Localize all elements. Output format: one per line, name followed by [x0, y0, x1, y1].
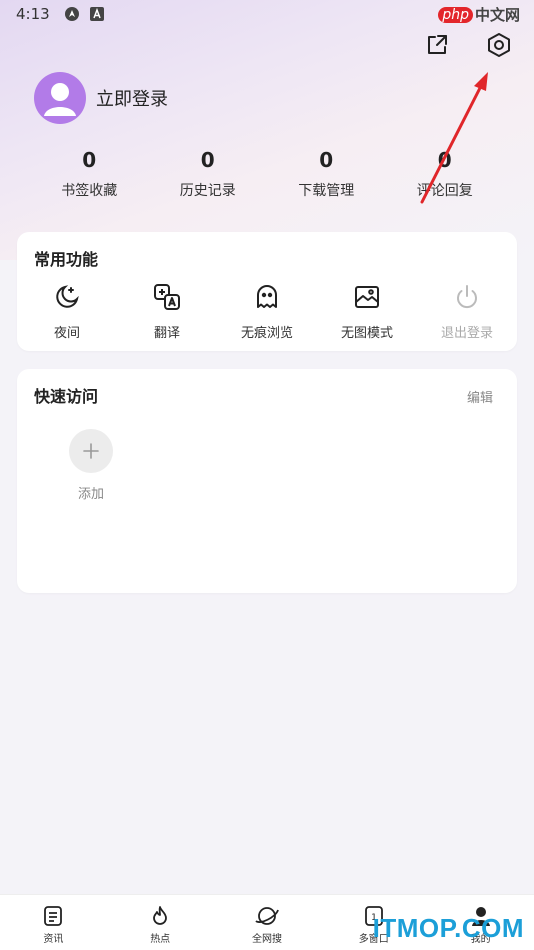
avatar[interactable] [34, 72, 86, 124]
add-shortcut-button[interactable]: 添加 [69, 429, 113, 502]
status-right: php 中文网 [438, 4, 520, 25]
top-actions [422, 30, 514, 60]
stats-row: 0 书签收藏 0 历史记录 0 下载管理 0 评论回复 [0, 148, 534, 200]
stat-downloads[interactable]: 0 下载管理 [276, 148, 376, 200]
planet-icon [255, 907, 279, 925]
tab-search[interactable]: 全网搜 [222, 895, 312, 950]
add-label: 添加 [77, 487, 104, 502]
incognito-button[interactable]: 无痕浏览 [217, 282, 317, 341]
function-label: 退出登录 [440, 326, 493, 341]
function-label: 无痕浏览 [240, 326, 293, 341]
translate-icon [152, 282, 182, 312]
a-badge-icon [89, 7, 104, 21]
power-icon [452, 282, 482, 312]
stat-history[interactable]: 0 历史记录 [158, 148, 258, 200]
stat-value: 0 [200, 148, 215, 172]
stat-comments[interactable]: 0 评论回复 [395, 148, 495, 200]
stat-label: 下载管理 [298, 183, 355, 199]
tab-label: 资讯 [43, 934, 64, 945]
nav-icon [64, 6, 80, 22]
status-time: 4:13 [16, 5, 50, 23]
no-image-icon [352, 282, 382, 312]
function-label: 无图模式 [340, 326, 393, 341]
stat-label: 历史记录 [179, 183, 236, 199]
translate-button[interactable]: 翻译 [117, 282, 217, 341]
status-bar: 4:13 php 中文网 [0, 0, 534, 28]
edit-button[interactable]: 编辑 [467, 387, 493, 406]
tab-news[interactable]: 资讯 [8, 895, 98, 950]
stat-value: 0 [82, 148, 97, 172]
login-label[interactable]: 立即登录 [96, 85, 168, 111]
watermark-text: ITMOP.COM [372, 913, 524, 943]
stat-value: 0 [437, 148, 452, 172]
stat-label: 评论回复 [416, 183, 473, 199]
stat-value: 0 [319, 148, 334, 172]
card-title: 快速访问 [34, 387, 99, 406]
stat-bookmarks[interactable]: 0 书签收藏 [39, 148, 139, 200]
no-image-mode-button[interactable]: 无图模式 [317, 282, 417, 341]
news-icon [44, 906, 63, 926]
moon-icon [52, 282, 82, 312]
share-icon[interactable] [422, 30, 452, 60]
function-label: 夜间 [53, 326, 80, 341]
common-functions-card: 常用功能 夜间 翻译 无痕浏览 无图模式 退出登录 [17, 232, 517, 351]
function-label: 翻译 [153, 326, 180, 341]
ghost-icon [252, 282, 282, 312]
logout-button[interactable]: 退出登录 [417, 282, 517, 341]
php-logo-text: 中文网 [474, 6, 520, 24]
card-title: 常用功能 [34, 250, 99, 269]
tab-label: 热点 [150, 934, 171, 945]
night-mode-button[interactable]: 夜间 [17, 282, 117, 341]
function-row: 夜间 翻译 无痕浏览 无图模式 退出登录 [17, 282, 517, 341]
settings-hexagon-icon[interactable] [484, 30, 514, 60]
stat-label: 书签收藏 [61, 183, 118, 199]
plus-icon [69, 429, 113, 473]
quick-access-card: 快速访问 编辑 添加 [17, 369, 517, 593]
profile-login[interactable]: 立即登录 [34, 72, 168, 124]
php-logo: php [438, 6, 473, 23]
flame-icon [153, 906, 168, 925]
tab-label: 全网搜 [251, 934, 282, 945]
tab-hot[interactable]: 热点 [115, 895, 205, 950]
